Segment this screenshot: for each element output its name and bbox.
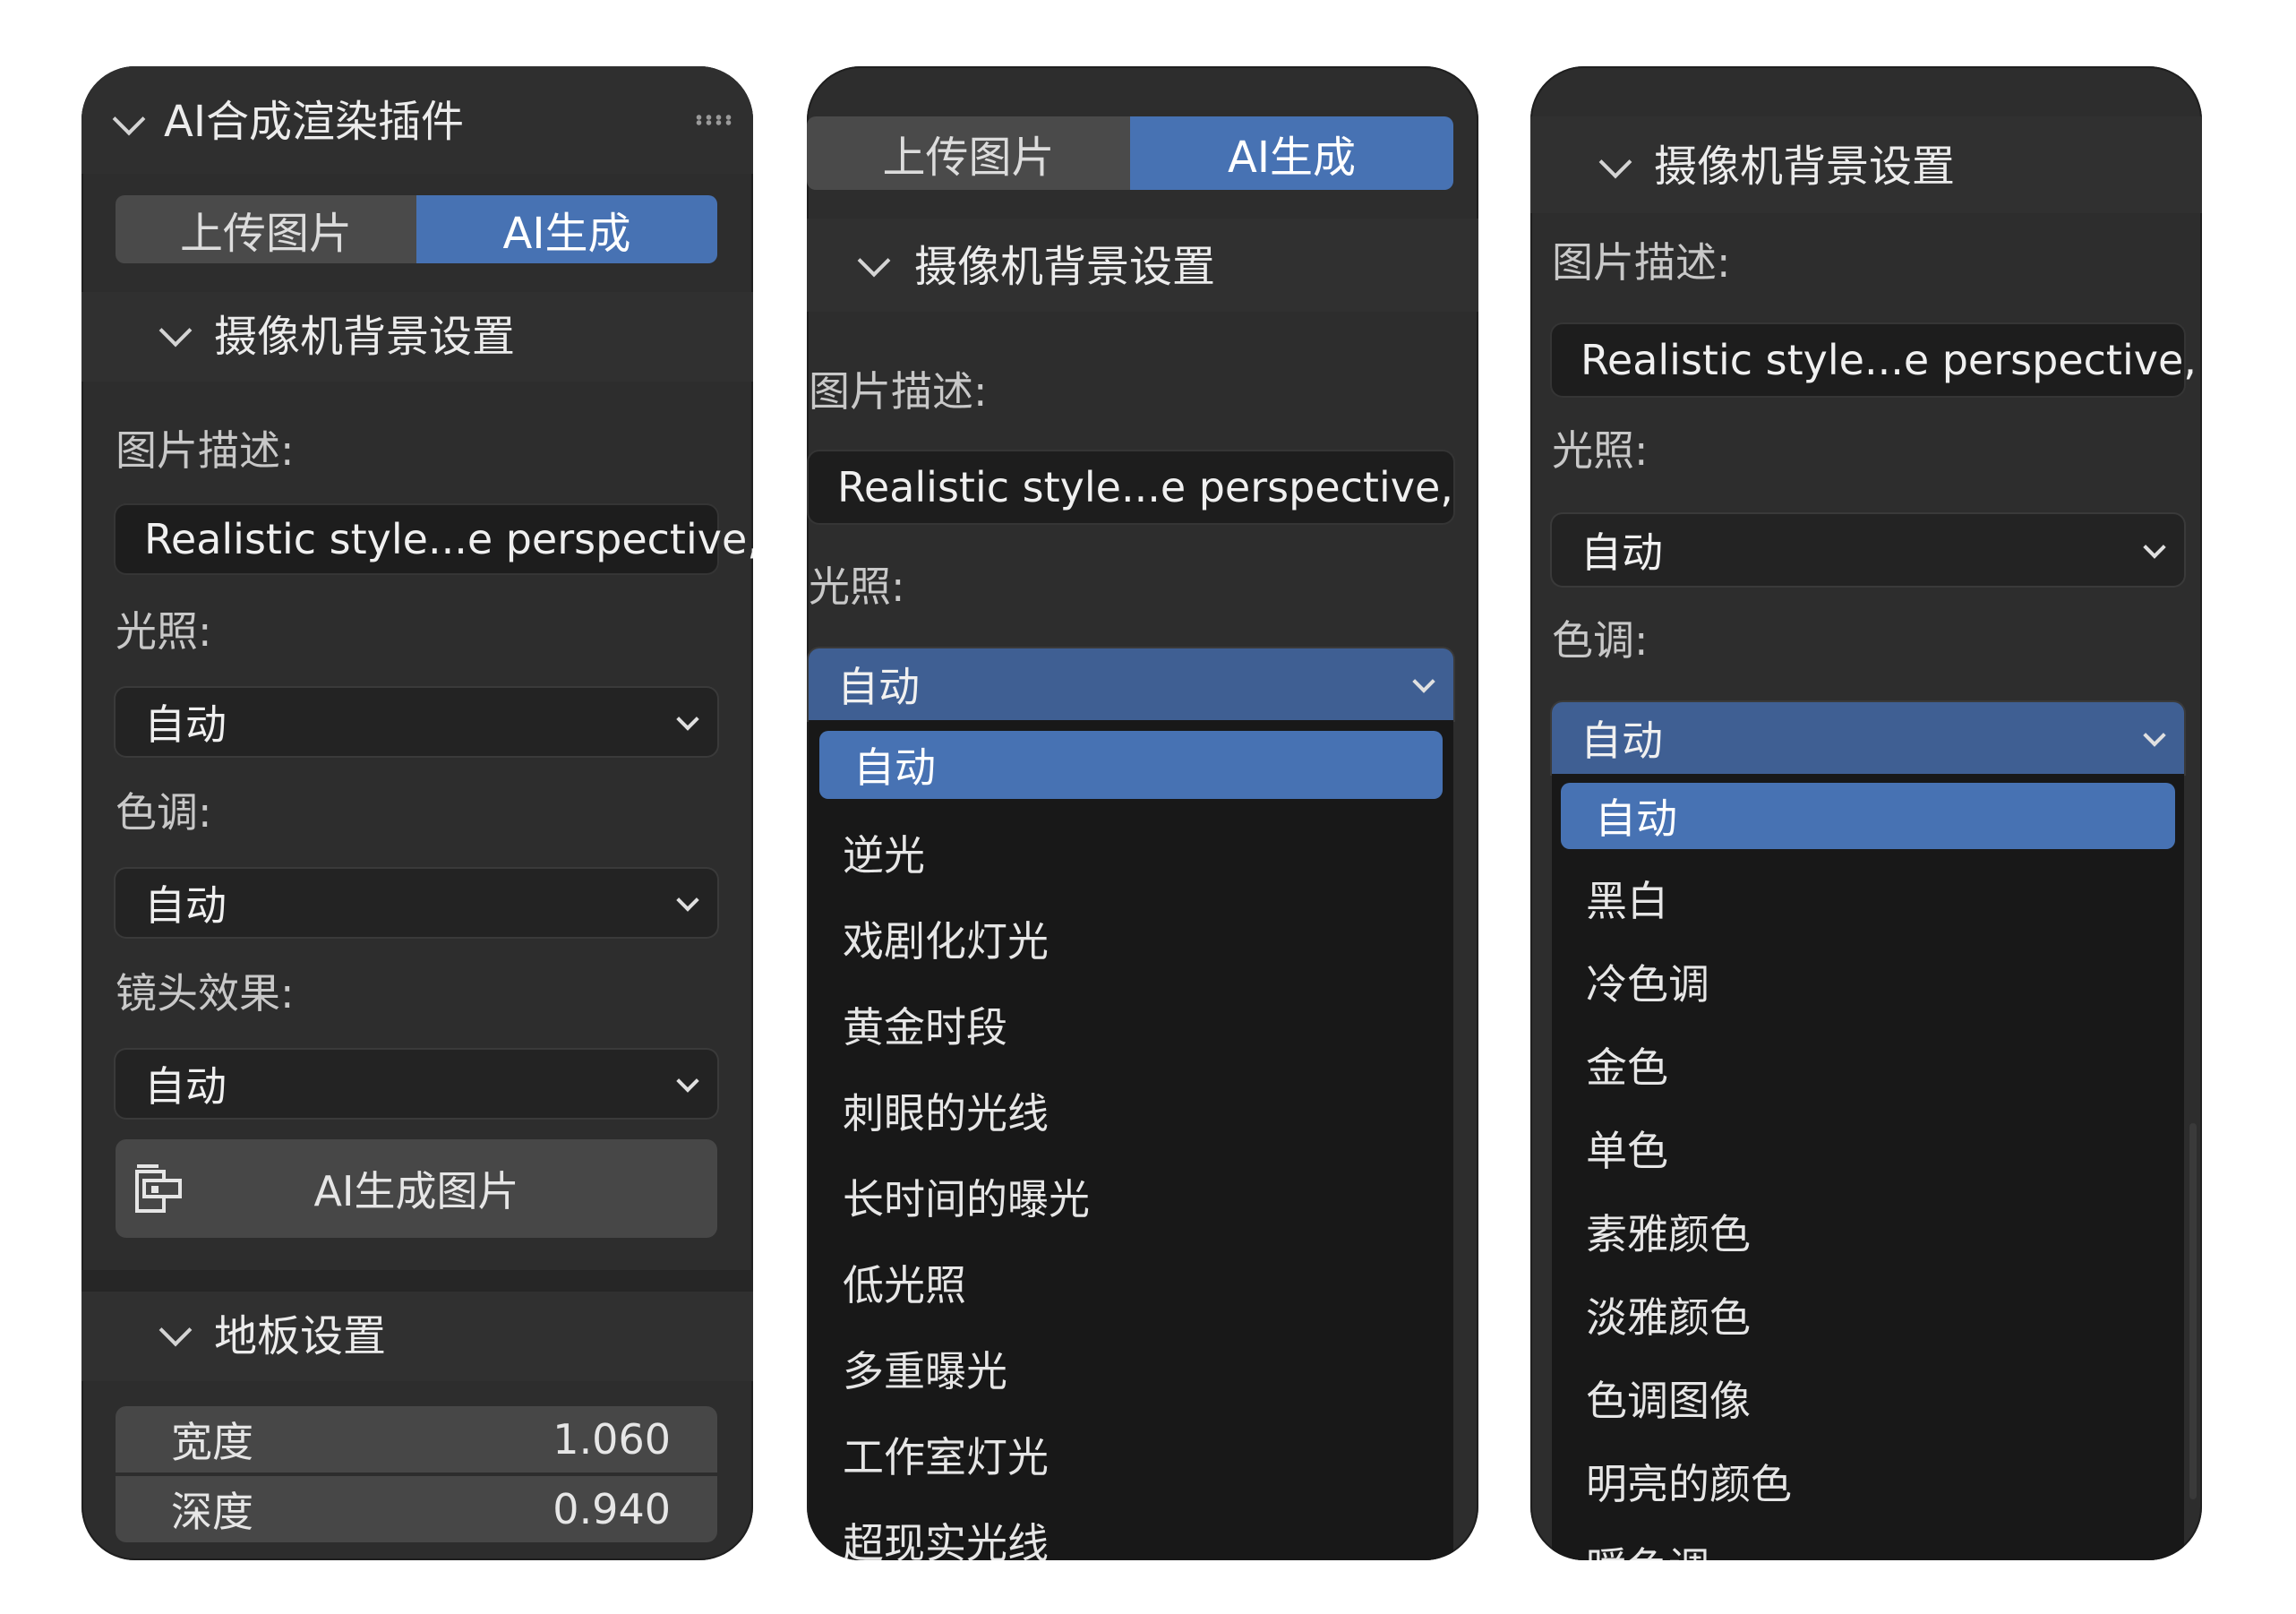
image-generate-icon <box>135 1164 182 1213</box>
camera-section-header[interactable]: 摄像机背景设置 <box>1530 116 2202 213</box>
lens-effect-select[interactable]: 自动 <box>116 1050 717 1118</box>
lighting-label: 光照: <box>1552 426 1649 475</box>
tone-option[interactable]: 单色 <box>1552 1115 2184 1181</box>
tone-option[interactable]: 冷色调 <box>1552 949 2184 1015</box>
chevron-down-icon <box>676 889 699 912</box>
tab-ai-generate[interactable]: AI生成 <box>416 195 717 263</box>
description-value: Realistic style...e perspective, <box>1581 336 2197 384</box>
tone-dropdown-menu: 自动 黑白 冷色调 金色 单色 素雅颜色 淡雅颜色 色调图像 明亮的颜色 暖色调 <box>1552 774 2184 1560</box>
depth-value: 0.940 <box>553 1485 671 1533</box>
lighting-option[interactable]: 工作室灯光 <box>809 1421 1453 1489</box>
chevron-down-icon <box>676 1069 699 1093</box>
floor-section-title: 地板设置 <box>214 1311 387 1361</box>
section-divider <box>81 1270 753 1292</box>
lighting-option[interactable]: 刺眼的光线 <box>809 1077 1453 1145</box>
chevron-down-icon[interactable] <box>857 244 891 278</box>
panel-tone-dropdown: 摄像机背景设置 图片描述: Realistic style...e perspe… <box>1530 66 2202 1560</box>
lighting-option[interactable]: 黄金时段 <box>809 991 1453 1059</box>
description-label: 图片描述: <box>116 426 295 475</box>
chevron-down-icon <box>676 708 699 731</box>
description-label: 图片描述: <box>809 367 988 416</box>
chevron-down-icon <box>2143 536 2166 559</box>
lighting-dropdown-menu: 自动 逆光 戏剧化灯光 黄金时段 刺眼的光线 长时间的曝光 低光照 多重曝光 工… <box>809 720 1453 1560</box>
floor-section-header[interactable]: 地板设置 <box>81 1292 753 1381</box>
lighting-option[interactable]: 多重曝光 <box>809 1335 1453 1403</box>
chevron-down-icon[interactable] <box>158 313 193 348</box>
panel-title: AI合成渲染插件 <box>164 97 464 147</box>
camera-section-title: 摄像机背景设置 <box>914 242 1216 292</box>
tone-option[interactable]: 金色 <box>1552 1032 2184 1098</box>
description-value: Realistic style...e perspective, <box>144 515 753 563</box>
tone-value: 自动 <box>1581 717 1663 765</box>
chevron-down-icon <box>2143 724 2166 747</box>
description-value: Realistic style...e perspective, <box>837 463 1453 511</box>
lighting-option[interactable]: 超现实光线 <box>809 1507 1453 1560</box>
ai-generate-image-label: AI生成图片 <box>313 1167 519 1215</box>
lighting-option[interactable]: 逆光 <box>809 819 1453 887</box>
grip-dots-icon[interactable] <box>694 115 735 125</box>
description-input[interactable]: Realistic style...e perspective, <box>1552 324 2197 396</box>
tone-value: 自动 <box>144 881 227 930</box>
tab-ai-generate[interactable]: AI生成 <box>1130 116 1453 190</box>
lighting-select[interactable]: 自动 <box>116 688 717 756</box>
depth-field[interactable]: 深度 0.940 <box>116 1476 717 1542</box>
lighting-label: 光照: <box>116 607 212 656</box>
lens-effect-value: 自动 <box>144 1062 227 1111</box>
tab-upload-image[interactable]: 上传图片 <box>116 195 416 263</box>
ai-generate-image-button[interactable]: AI生成图片 <box>116 1139 717 1238</box>
lighting-option[interactable]: 低光照 <box>809 1249 1453 1317</box>
description-input[interactable]: Realistic style...e perspective, <box>116 505 753 573</box>
chevron-down-icon <box>1412 670 1435 693</box>
tone-option[interactable]: 淡雅颜色 <box>1552 1282 2184 1348</box>
panel-header[interactable]: AI合成渲染插件 <box>81 66 753 174</box>
lighting-option[interactable]: 戏剧化灯光 <box>809 905 1453 973</box>
lighting-value: 自动 <box>837 663 920 711</box>
depth-label: 深度 <box>171 1488 253 1536</box>
chevron-down-icon[interactable] <box>112 102 146 136</box>
chevron-down-icon[interactable] <box>1598 145 1632 179</box>
chevron-down-icon[interactable] <box>158 1313 193 1347</box>
tone-select[interactable]: 自动 <box>116 869 717 937</box>
lighting-option[interactable]: 长时间的曝光 <box>809 1163 1453 1231</box>
tone-option[interactable]: 明亮的颜色 <box>1552 1448 2184 1515</box>
description-label: 图片描述: <box>1552 238 1731 287</box>
width-label: 宽度 <box>171 1418 253 1466</box>
tab-upload-image[interactable]: 上传图片 <box>807 116 1130 190</box>
lighting-option[interactable]: 自动 <box>819 731 1443 799</box>
tone-option[interactable]: 素雅颜色 <box>1552 1198 2184 1265</box>
tone-select[interactable]: 自动 <box>1552 702 2184 774</box>
camera-section-header[interactable]: 摄像机背景设置 <box>807 219 1478 312</box>
lighting-value: 自动 <box>1581 528 1663 577</box>
mode-tabs: 上传图片 AI生成 <box>807 116 1453 190</box>
panel-lighting-dropdown: 上传图片 AI生成 摄像机背景设置 图片描述: Realistic style.… <box>807 66 1478 1560</box>
lighting-value: 自动 <box>144 700 227 749</box>
lighting-select[interactable]: 自动 <box>809 648 1453 720</box>
lighting-select[interactable]: 自动 <box>1552 514 2184 586</box>
description-input[interactable]: Realistic style...e perspective, <box>809 451 1453 523</box>
tone-option[interactable]: 暖色调 <box>1552 1532 2184 1560</box>
tone-label: 色调: <box>1552 616 1649 665</box>
camera-section-title: 摄像机背景设置 <box>1654 142 1956 192</box>
camera-section-title: 摄像机背景设置 <box>214 312 516 362</box>
scrollbar[interactable] <box>2189 1123 2197 1499</box>
panel-main-settings: AI合成渲染插件 上传图片 AI生成 摄像机背景设置 图片描述: Realist… <box>81 66 753 1560</box>
tone-label: 色调: <box>116 788 212 837</box>
mode-tabs: 上传图片 AI生成 <box>116 195 717 263</box>
width-value: 1.060 <box>553 1415 671 1464</box>
lens-effect-label: 镜头效果: <box>116 969 295 1017</box>
camera-section-header[interactable]: 摄像机背景设置 <box>81 292 753 382</box>
tone-option[interactable]: 色调图像 <box>1552 1365 2184 1431</box>
tone-option[interactable]: 自动 <box>1561 783 2175 849</box>
tone-option[interactable]: 黑白 <box>1552 865 2184 931</box>
width-field[interactable]: 宽度 1.060 <box>116 1406 717 1472</box>
lighting-label: 光照: <box>809 562 905 611</box>
